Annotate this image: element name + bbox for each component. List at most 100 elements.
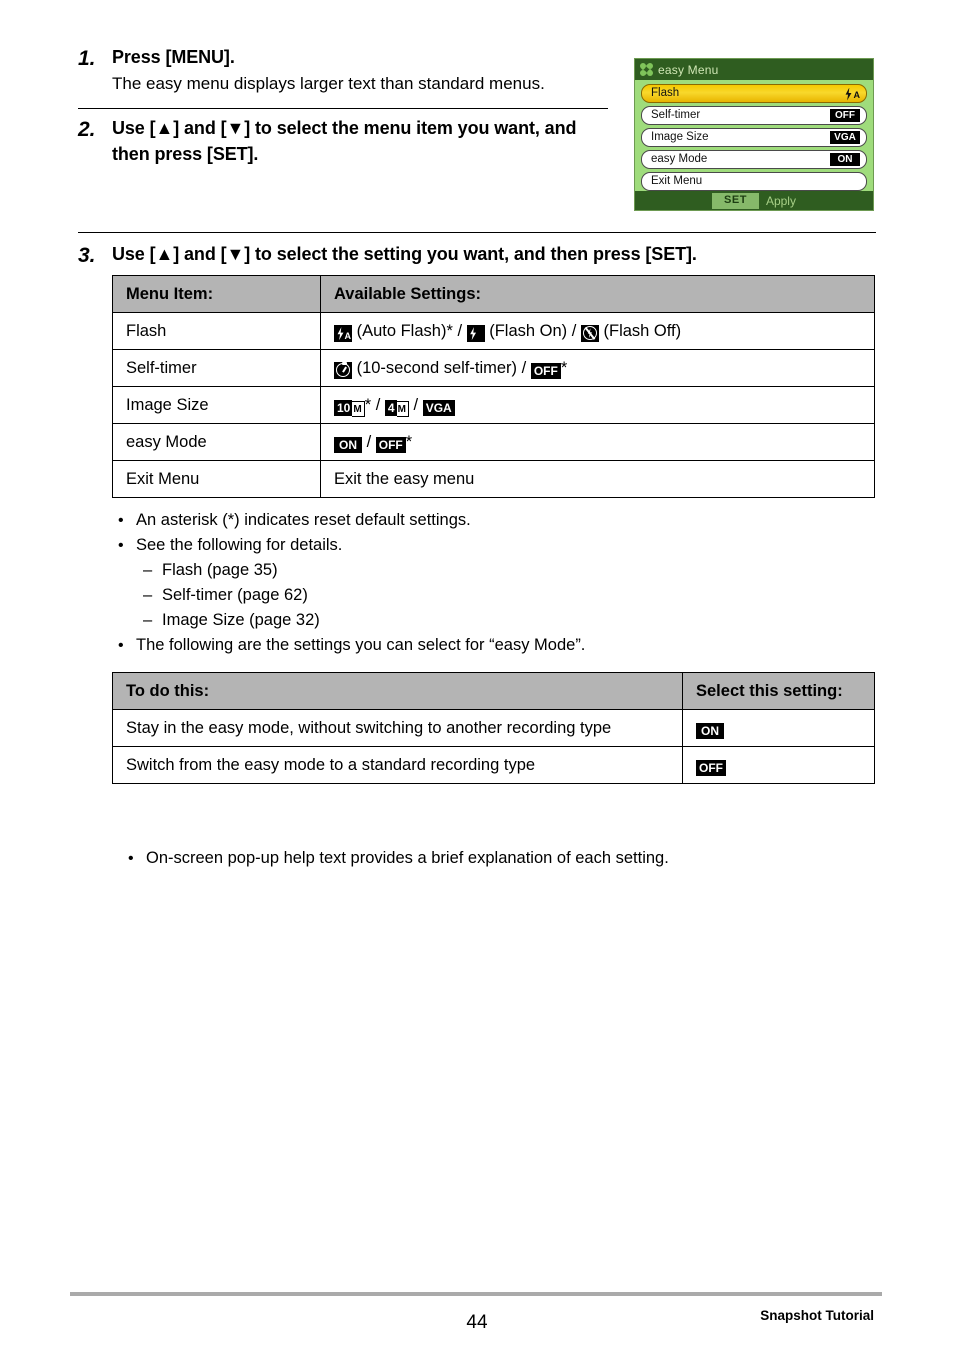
- list-item-text: An asterisk (*) indicates reset default …: [136, 511, 471, 529]
- bullet-marker: •: [118, 537, 124, 554]
- footer-section-label: Snapshot Tutorial: [760, 1308, 874, 1323]
- lcd-menu-item-image-size[interactable]: Image Size VGA: [641, 128, 867, 147]
- table1-header-menu-item: Menu Item:: [112, 275, 321, 313]
- status-badge: OFF: [530, 362, 561, 379]
- menu-settings-table: Menu Item: Available Settings: Flash A (…: [112, 275, 875, 498]
- list-item: • On-screen pop-up help text provides a …: [128, 846, 888, 871]
- table-row: Image Size 10 M * / 4M / VGA: [112, 386, 875, 424]
- settings-text: * /: [364, 396, 385, 414]
- table1-cell-settings: Exit the easy menu: [320, 460, 875, 498]
- lcd-apply-label: Apply: [765, 193, 796, 208]
- list-item-text: The following are the settings you can s…: [136, 636, 586, 654]
- table-row: Flash A (Auto Flash)* / (Flash On) / (Fl…: [112, 312, 875, 350]
- flash-on-icon: [466, 325, 485, 343]
- list-item: – Flash (page 35): [118, 558, 878, 583]
- settings-text: *: [405, 433, 413, 451]
- table-row: Switch from the easy mode to a standard …: [112, 746, 875, 784]
- table1-cell-item: easy Mode: [112, 423, 321, 461]
- lcd-footer-bar: SET Apply: [635, 191, 873, 210]
- table2-cell-description: Switch from the easy mode to a standard …: [112, 746, 683, 784]
- list-item: • An asterisk (*) indicates reset defaul…: [118, 508, 878, 533]
- status-badge: OFF: [696, 759, 726, 776]
- image-size-10m-icon: 10 M: [334, 399, 365, 417]
- table-header-row: Menu Item: Available Settings:: [112, 275, 875, 313]
- flash-auto-icon: A: [845, 87, 860, 101]
- bullet-marker: •: [118, 637, 124, 654]
- list-item: – Self-timer (page 62): [118, 583, 878, 608]
- bullet-marker: •: [128, 850, 134, 867]
- table-row: Exit Menu Exit the easy menu: [112, 460, 875, 498]
- table-row: easy Mode ON / OFF *: [112, 423, 875, 461]
- status-badge: ON: [830, 153, 860, 166]
- clover-icon: [638, 61, 655, 78]
- lcd-menu-item-flash[interactable]: Flash A: [641, 84, 867, 103]
- list-item-text: On-screen pop-up help text provides a br…: [146, 849, 669, 867]
- lcd-menu-list: Flash A Self-timer OFF Image Size VGA ea…: [635, 80, 873, 191]
- lcd-title-text: easy Menu: [658, 62, 719, 77]
- lcd-menu-item-image-size-value: VGA: [830, 131, 860, 144]
- lcd-menu-item-flash-value: A: [845, 87, 860, 101]
- settings-text: *: [560, 359, 568, 377]
- lcd-menu-item-self-timer-value: OFF: [830, 109, 860, 122]
- notes-list-1: • An asterisk (*) indicates reset defaul…: [118, 508, 878, 658]
- dash-marker: –: [143, 586, 153, 604]
- footer-divider: [70, 1292, 882, 1296]
- table1-cell-settings: (10-second self-timer) / OFF *: [320, 349, 875, 387]
- settings-text: (Auto Flash)* /: [352, 322, 467, 340]
- status-badge: VGA: [830, 131, 860, 144]
- table1-header-available-settings: Available Settings:: [320, 275, 875, 313]
- step-3: 3. Use [▲] and [▼] to select the setting…: [78, 222, 876, 270]
- table-row: Stay in the easy mode, without switching…: [112, 709, 875, 747]
- list-item: • The following are the settings you can…: [118, 633, 878, 658]
- table1-cell-settings: 10 M * / 4M / VGA: [320, 386, 875, 424]
- self-timer-icon: [334, 361, 352, 380]
- table-row: Self-timer (10-second self-timer) / OFF *: [112, 349, 875, 387]
- list-item-text: Self-timer (page 62): [162, 586, 308, 604]
- step-2: 2. Use [▲] and [▼] to select the menu it…: [78, 115, 608, 170]
- document-page: 1. Press [MENU]. The easy menu displays …: [0, 0, 954, 1357]
- lcd-menu-item-flash-label: Flash: [651, 86, 680, 99]
- dash-marker: –: [143, 611, 153, 629]
- settings-text: /: [408, 396, 423, 414]
- step-1-description: The easy menu displays larger text than …: [112, 74, 545, 93]
- lcd-title-bar: easy Menu: [635, 59, 873, 80]
- settings-text: (Flash Off): [598, 322, 682, 340]
- status-badge: OFF: [830, 109, 860, 122]
- table1-cell-item: Exit Menu: [112, 460, 321, 498]
- flash-auto-icon: A: [334, 325, 352, 343]
- lcd-menu-item-easy-mode[interactable]: easy Mode ON: [641, 150, 867, 169]
- flash-off-icon: [580, 325, 599, 343]
- steps-column: 1. Press [MENU]. The easy menu displays …: [78, 44, 608, 170]
- bullet-marker: •: [118, 512, 124, 529]
- lcd-menu-item-exit-menu[interactable]: Exit Menu: [641, 172, 867, 191]
- step-3-title: Use [▲] and [▼] to select the setting yo…: [112, 244, 697, 264]
- table2-header-to-do-this: To do this:: [112, 672, 683, 710]
- status-badge: OFF: [375, 436, 406, 453]
- dash-marker: –: [143, 561, 153, 579]
- table-header-row: To do this: Select this setting:: [112, 672, 875, 710]
- table1-cell-settings: ON / OFF *: [320, 423, 875, 461]
- lcd-menu-item-easy-mode-value: ON: [830, 153, 860, 166]
- lcd-menu-item-self-timer[interactable]: Self-timer OFF: [641, 106, 867, 125]
- status-badge: ON: [696, 722, 724, 739]
- table2-header-select-this-setting: Select this setting:: [682, 672, 875, 710]
- lcd-set-button[interactable]: SET: [712, 192, 759, 209]
- settings-text: /: [362, 433, 376, 451]
- divider-2: [78, 232, 876, 233]
- list-item: • See the following for details.: [118, 533, 878, 558]
- image-size-vga-icon: VGA: [422, 399, 455, 416]
- table2-cell-setting: OFF: [682, 746, 875, 784]
- list-item-text: Flash (page 35): [162, 561, 278, 579]
- step-1-title: Press [MENU].: [112, 47, 235, 67]
- table1-cell-item: Image Size: [112, 386, 321, 424]
- easy-mode-settings-table: To do this: Select this setting: Stay in…: [112, 672, 875, 784]
- step-2-number: 2.: [78, 118, 96, 141]
- list-item: – Image Size (page 32): [118, 608, 878, 633]
- table1-cell-item: Flash: [112, 312, 321, 350]
- table1-cell-item: Self-timer: [112, 349, 321, 387]
- table1-cell-settings: A (Auto Flash)* / (Flash On) / (Flash Of…: [320, 312, 875, 350]
- list-item-text: Image Size (page 32): [162, 611, 320, 629]
- table2-cell-description: Stay in the easy mode, without switching…: [112, 709, 683, 747]
- list-item-text: See the following for details.: [136, 536, 343, 554]
- settings-text: (10-second self-timer) /: [352, 359, 531, 377]
